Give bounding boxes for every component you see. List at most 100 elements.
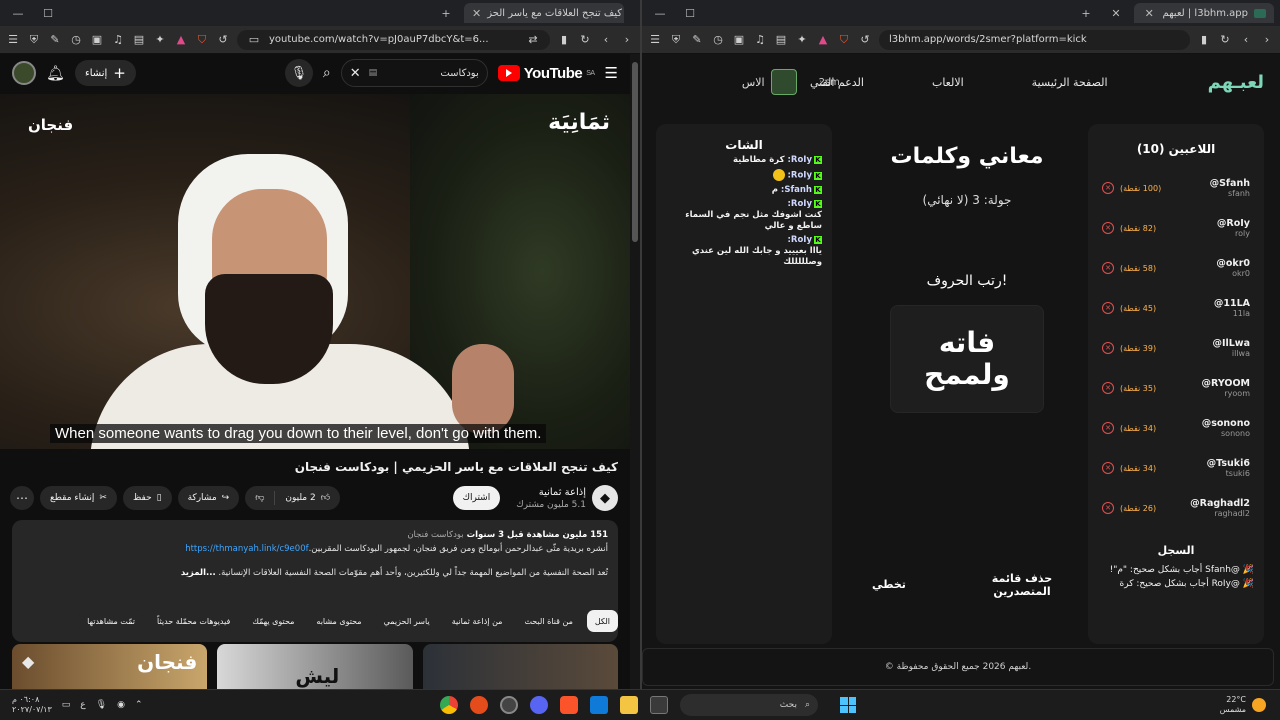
clear-leaderboard-button[interactable]: حذف قائمة المتصدرين: [982, 572, 1062, 598]
remove-player-icon[interactable]: ✕: [1102, 222, 1114, 234]
nav-home[interactable]: الصفحة الرئيسية: [1032, 76, 1108, 89]
monitor-icon[interactable]: ▭: [62, 700, 71, 710]
remove-player-icon[interactable]: ✕: [1102, 502, 1114, 514]
avatar[interactable]: [12, 61, 36, 85]
aria-icon[interactable]: ▲: [174, 33, 188, 47]
clock[interactable]: ٠٦:٠٨ م ٢٠٢٧/٠٧/١٣: [12, 695, 52, 715]
nav-games[interactable]: الالعاب: [932, 76, 964, 89]
app-icon-steam[interactable]: [500, 696, 518, 714]
search-icon[interactable]: ⌕: [323, 65, 331, 81]
close-tab-icon[interactable]: ✕: [472, 7, 481, 20]
thumbnail-third[interactable]: [422, 644, 618, 689]
chip-similar[interactable]: محتوى مشابه: [308, 610, 370, 632]
discord-icon[interactable]: [530, 696, 548, 714]
close-tab-icon[interactable]: ✕: [1142, 7, 1157, 20]
file-explorer-icon[interactable]: [620, 696, 638, 714]
thumbnail-lesh[interactable]: ليش: [217, 644, 413, 689]
menu-icon[interactable]: ☰: [6, 33, 20, 47]
task-view-icon[interactable]: [650, 696, 668, 714]
back-icon[interactable]: ‹: [599, 33, 613, 47]
remove-player-icon[interactable]: ✕: [1102, 182, 1114, 194]
tray-app-icon[interactable]: ◉: [117, 700, 125, 710]
chip-for-you[interactable]: محتوى يهمّك: [244, 610, 303, 632]
keyboard-icon[interactable]: ▤: [369, 68, 378, 78]
remove-player-icon[interactable]: ✕: [1102, 382, 1114, 394]
close-window-icon[interactable]: ✕: [1104, 7, 1128, 20]
shield-icon[interactable]: ⛨: [27, 33, 41, 47]
puzzle-icon[interactable]: ✦: [795, 33, 809, 47]
chip-all[interactable]: الكل: [586, 610, 618, 632]
puzzle-icon[interactable]: ✦: [153, 33, 167, 47]
forward-icon[interactable]: ›: [620, 33, 634, 47]
address-bar[interactable]: ▭ youtube.com/watch?v=pJ0auP7dbcY&t=6...…: [237, 29, 550, 50]
voice-search-button[interactable]: 🎙︎: [284, 59, 313, 87]
search-input[interactable]: ✕ ▤ بودكاست: [340, 59, 488, 87]
screenshot-icon[interactable]: ▤: [774, 33, 788, 47]
youtube-logo[interactable]: YouTube SA: [497, 65, 595, 82]
new-tab-button[interactable]: +: [1074, 7, 1098, 20]
chrome-icon[interactable]: [440, 696, 458, 714]
mic-tray-icon[interactable]: 🎙︎: [96, 700, 107, 710]
minimize-button[interactable]: —: [6, 7, 30, 20]
tab-youtube[interactable]: ✕ كيف تنجح العلاقات مع ياسر الحز: [464, 3, 624, 23]
bell-icon[interactable]: 🔔︎: [46, 64, 65, 82]
clip-button[interactable]: ✂ إنشاء مقطع: [40, 486, 117, 510]
store-icon[interactable]: [590, 696, 608, 714]
brave-icon[interactable]: [560, 696, 578, 714]
description-tag[interactable]: بودكاست فنجان: [407, 530, 463, 540]
tab-l3bhm[interactable]: ✕ لعبهم | l3bhm.app: [1134, 3, 1274, 23]
show-more-link[interactable]: ...المزيد: [181, 568, 216, 578]
reload-tab-icon[interactable]: ↺: [858, 33, 872, 47]
dislike-button[interactable]: 👎︎: [245, 486, 274, 510]
site-info-icon[interactable]: ▭: [247, 33, 261, 47]
description-link[interactable]: https://thmanyah.link/c9e00f: [185, 544, 308, 554]
music-icon[interactable]: ♫: [111, 33, 125, 47]
menu-icon[interactable]: ☰: [648, 33, 662, 47]
bookmark-icon[interactable]: ▮: [1197, 33, 1211, 47]
extensions-icon[interactable]: ✎: [48, 33, 62, 47]
page-scrollbar[interactable]: [630, 54, 640, 689]
chip-watched[interactable]: تمّت مشاهدتها: [79, 610, 143, 632]
remove-player-icon[interactable]: ✕: [1102, 462, 1114, 474]
chip-from-channel[interactable]: من إذاعة ثمانية: [443, 610, 511, 632]
remove-player-icon[interactable]: ✕: [1102, 262, 1114, 274]
sidebar-icon[interactable]: ▣: [732, 33, 746, 47]
address-bar[interactable]: l3bhm.app/words/2smer?platform=kick: [879, 29, 1190, 50]
sidebar-icon[interactable]: ▣: [90, 33, 104, 47]
video-player[interactable]: فنجان ثمَانِيَة When someone wants to dr…: [0, 94, 630, 449]
aria-icon[interactable]: ▲: [816, 33, 830, 47]
back-icon[interactable]: ‹: [1239, 33, 1253, 47]
app-icon-orange[interactable]: [470, 696, 488, 714]
subscribe-button[interactable]: اشتراك: [452, 486, 501, 510]
chip-person[interactable]: ياسر الحزيمي: [375, 610, 438, 632]
brave-shield-icon[interactable]: ⛉: [195, 33, 209, 47]
history-icon[interactable]: ◷: [69, 33, 83, 47]
maximize-button[interactable]: ☐: [678, 7, 702, 20]
taskbar-search[interactable]: بحث ⌕: [680, 694, 818, 716]
chip-from-search[interactable]: من قناة البحث: [516, 610, 581, 632]
nav-cut-item[interactable]: الاس: [742, 76, 765, 89]
windows-start-icon[interactable]: [840, 697, 856, 713]
maximize-button[interactable]: ☐: [36, 7, 60, 20]
reload-tab-icon[interactable]: ↺: [216, 33, 230, 47]
weather-widget[interactable]: 22°C مشمس: [1220, 695, 1280, 715]
save-button[interactable]: ▯ حفظ: [122, 486, 172, 510]
channel-logo[interactable]: ◆: [592, 485, 618, 511]
site-logo[interactable]: لعبـهم: [1208, 72, 1264, 93]
create-button[interactable]: إنشاء +: [75, 60, 136, 86]
share-page-icon[interactable]: ⇄: [526, 33, 540, 47]
share-button[interactable]: ↪ مشاركة: [177, 486, 240, 510]
user-avatar[interactable]: [770, 69, 797, 95]
bookmark-icon[interactable]: ▮: [557, 33, 571, 47]
minimize-button[interactable]: —: [648, 7, 672, 20]
forward-icon[interactable]: ›: [1260, 33, 1274, 47]
scrollbar-thumb[interactable]: [632, 62, 638, 242]
chip-recent[interactable]: فيديوهات محمّلة حديثاً: [149, 610, 239, 632]
shield-icon[interactable]: ⛨: [669, 33, 683, 47]
extensions-icon[interactable]: ✎: [690, 33, 704, 47]
reload-icon[interactable]: ↻: [578, 33, 592, 47]
history-icon[interactable]: ◷: [711, 33, 725, 47]
skip-button[interactable]: تخطي: [872, 572, 906, 598]
reload-icon[interactable]: ↻: [1218, 33, 1232, 47]
new-tab-button[interactable]: +: [434, 7, 458, 20]
